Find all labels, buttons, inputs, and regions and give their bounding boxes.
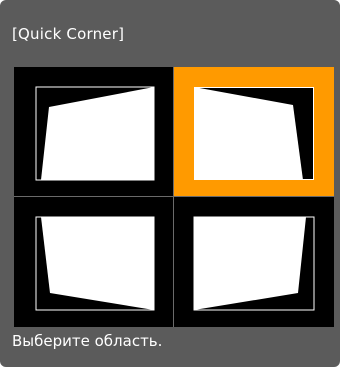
dialog-title: [Quick Corner] [12,25,125,43]
area-top-left[interactable] [14,67,174,197]
bottom-left-corner-icon [35,216,155,311]
top-right-corner-icon [174,67,334,197]
area-bottom-left[interactable] [14,197,174,327]
quick-corner-dialog: [Quick Corner] Выберите область. [0,0,340,367]
grid-horizontal-divider [14,196,334,197]
area-bottom-right[interactable] [174,197,334,327]
area-top-right[interactable] [174,67,334,197]
corner-selection-grid [14,67,334,327]
status-message: Выберите область. [12,332,163,350]
bottom-right-corner-icon [193,216,315,311]
grid-vertical-divider [173,67,174,327]
top-left-corner-icon [35,86,155,181]
